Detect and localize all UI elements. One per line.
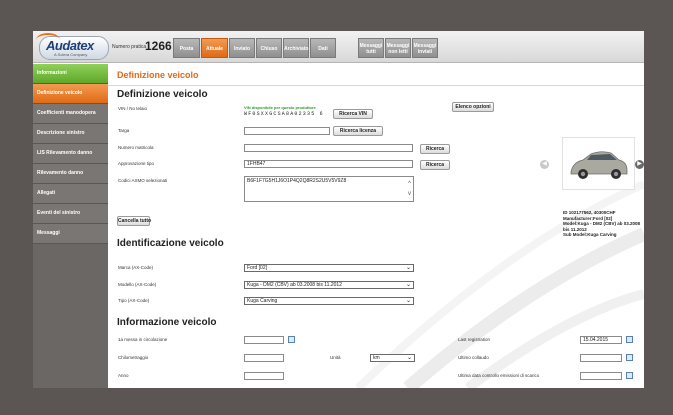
sidebar-item-coefficienti[interactable]: Coefficienti manodopera: [33, 104, 108, 124]
marca-value: Ford [02]: [247, 265, 268, 271]
audatex-logo: Audatex A Solera Company: [36, 33, 109, 60]
header-divider: [108, 85, 644, 86]
next-image-button[interactable]: ▶: [635, 160, 644, 169]
targa-label: Targa: [118, 128, 130, 133]
main-content: Definizione veicolo Definizione veicolo …: [108, 64, 644, 388]
vin-label: VIN / No telaio: [118, 106, 148, 111]
tab-messaggi-inviati[interactable]: Messaggi inviati: [412, 38, 438, 58]
page-header: Definizione veicolo: [117, 70, 199, 80]
tab-messaggi-tutti[interactable]: Messaggi tutti: [358, 38, 384, 58]
scroll-down-icon[interactable]: v: [408, 191, 411, 197]
tab-attuale[interactable]: Attuale: [201, 38, 228, 58]
axmo-label: Codici AXMO selezionati: [118, 178, 168, 183]
tab-chiuso[interactable]: Chiuso: [256, 38, 282, 58]
tab-messaggi-non-letti-line2: non letti: [388, 49, 408, 55]
approvazione-input[interactable]: 1FHB47: [244, 160, 413, 168]
top-toolbar: Audatex A Solera Company Numero pratica …: [33, 31, 644, 72]
calendar-icon[interactable]: [626, 354, 633, 361]
unita-select[interactable]: km ⌄: [370, 354, 415, 362]
cancella-tutto-button[interactable]: Cancella tutto: [117, 216, 151, 226]
ricerca-approvazione-button[interactable]: Ricerca: [420, 160, 450, 170]
approvazione-label: Approvazione tipo: [118, 161, 155, 166]
axmo-value: B6F1F7G5H1J6O1P4Q2Q8R2S2U5V5V9Z8: [247, 178, 347, 184]
tab-inviato[interactable]: Inviato: [229, 38, 255, 58]
ricerca-matricola-button[interactable]: Ricerca: [420, 144, 450, 154]
last-registration-input[interactable]: 15.04.2015: [580, 336, 622, 344]
section-identificazione-title: Identificazione veicolo: [117, 238, 224, 249]
tipo-value: Kuga Carving: [247, 298, 278, 304]
sidebar-item-lis-rilevamento[interactable]: LIS Rilevamento danno: [33, 144, 108, 164]
circolazione-label: 1a messa in circolazione: [118, 337, 168, 342]
sidebar: Informazioni Definizione veicolo Coeffic…: [33, 64, 108, 388]
chevron-down-icon: ⌄: [405, 298, 411, 304]
sidebar-item-rilevamento-danno[interactable]: Rilevamento danno: [33, 164, 108, 184]
matricola-input[interactable]: [244, 144, 413, 152]
pratica-number: 1266: [145, 39, 172, 53]
vehicle-info: ID 102177562, 40300CHF Manufacturer:Ford…: [563, 210, 644, 238]
vehicle-info-model: Model:Kuga - DM2 (CBV) ab 03.2008 bis 11…: [563, 221, 641, 232]
marca-select[interactable]: Ford [02] ⌄: [244, 264, 414, 272]
calendar-icon[interactable]: [626, 372, 633, 379]
sidebar-item-definizione-veicolo[interactable]: Definizione veicolo: [33, 84, 108, 104]
tipo-label: Tipo (AX-Code): [118, 298, 150, 303]
chilometraggio-label: Chilometraggio: [118, 355, 149, 360]
circolazione-input[interactable]: [244, 336, 284, 344]
vehicle-info-submodel: Sub Model:Kuga Carving: [563, 232, 617, 237]
anno-label: Anno: [118, 373, 129, 378]
chevron-left-icon: ◀: [542, 161, 547, 167]
section-informazione-title: Informazione veicolo: [117, 317, 217, 328]
anno-input[interactable]: [244, 372, 284, 380]
targa-input[interactable]: [244, 127, 330, 135]
vin-available-note: VIN disponibile per questo produttore: [244, 105, 316, 110]
ricerca-licenza-button[interactable]: Ricerca licenza: [333, 126, 383, 136]
tab-archiviato[interactable]: Archiviato: [283, 38, 309, 58]
vin-value[interactable]: WF0SXXGCSA8A02335 6: [244, 111, 324, 117]
vehicle-image: [562, 137, 635, 190]
emissioni-label: Ultima data controllo emissioni di scari…: [458, 373, 540, 378]
tab-messaggi-inviati-line2: inviati: [417, 49, 433, 55]
chevron-down-icon: ⌄: [406, 355, 412, 361]
modello-select[interactable]: Kuga - DM2 (CBV) ab 03.2008 bis 11.2012 …: [244, 281, 414, 289]
scroll-up-icon[interactable]: ^: [408, 181, 411, 187]
section-definizione-title: Definizione veicolo: [117, 89, 208, 100]
modello-value: Kuga - DM2 (CBV) ab 03.2008 bis 11.2012: [247, 282, 342, 288]
last-registration-label: Last registration: [458, 337, 491, 342]
chevron-down-icon: ⌄: [405, 282, 411, 288]
calendar-icon[interactable]: [626, 336, 633, 343]
car-illustration: [570, 151, 628, 179]
unita-value: km: [373, 355, 380, 361]
ultimo-collaudo-input[interactable]: [580, 354, 622, 362]
axmo-textarea[interactable]: B6F1F7G5H1J6O1P4Q2Q8R2S2U5V5V9Z8 ^ v: [244, 176, 414, 202]
marca-label: Marca (AX-Code): [118, 265, 154, 270]
tab-messaggi-non-letti[interactable]: Messaggi non letti: [385, 38, 411, 58]
tab-messaggi-tutti-line2: tutti: [366, 49, 376, 55]
ultimo-collaudo-label: Ultimo collaudo: [458, 355, 489, 360]
pratica-label: Numero pratica: [112, 44, 147, 50]
elenco-opzioni-button[interactable]: Elenco opzioni: [452, 102, 494, 112]
logo-text: Audatex: [46, 38, 94, 53]
tab-posta[interactable]: Posta: [173, 38, 200, 58]
chilometraggio-input[interactable]: [244, 354, 284, 362]
tipo-select[interactable]: Kuga Carving ⌄: [244, 297, 414, 305]
sidebar-item-messaggi[interactable]: Messaggi: [33, 224, 108, 244]
logo-subtitle: A Solera Company: [54, 52, 88, 57]
sidebar-item-informazioni[interactable]: Informazioni: [33, 64, 108, 84]
tab-dati-storici[interactable]: Dati storici: [310, 38, 336, 72]
unita-label: Unità: [330, 355, 341, 360]
ricerca-vin-button[interactable]: Ricerca VIN: [333, 109, 373, 119]
sidebar-item-descrizione-sinistro[interactable]: Descrizione sinistro: [33, 124, 108, 144]
chevron-right-icon: ▶: [637, 161, 642, 167]
sidebar-item-allegati[interactable]: Allegati: [33, 184, 108, 204]
modello-label: Modello (AX-Code): [118, 282, 157, 287]
app-window: Audatex A Solera Company Numero pratica …: [33, 31, 644, 388]
prev-image-button[interactable]: ◀: [540, 160, 549, 169]
sidebar-item-eventi[interactable]: Eventi del sinistro: [33, 204, 108, 224]
matricola-label: Numero matricola: [118, 145, 154, 150]
emissioni-input[interactable]: [580, 372, 622, 380]
chevron-down-icon: ⌄: [405, 265, 411, 271]
calendar-icon[interactable]: [288, 336, 295, 343]
